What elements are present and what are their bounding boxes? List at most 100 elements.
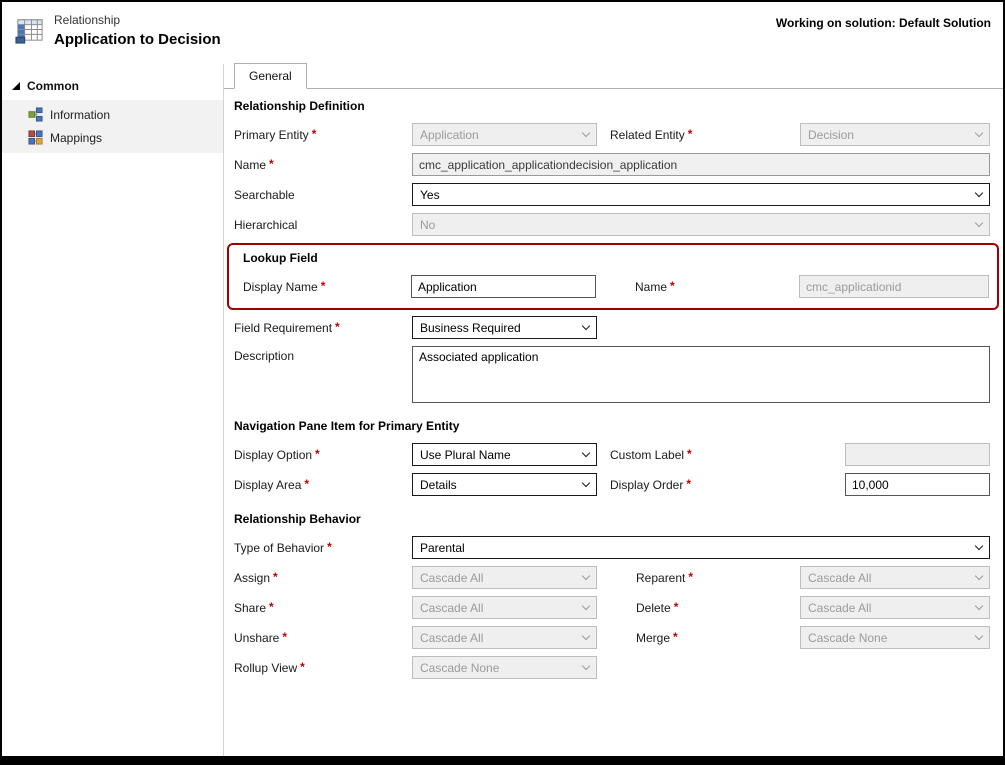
- header-text: Relationship Application to Decision: [54, 13, 221, 48]
- lookup-annotation-box: Lookup Field Display Name Name: [227, 243, 999, 310]
- select-value: Details: [420, 478, 457, 492]
- entity-type-label: Relationship: [54, 13, 221, 27]
- chevron-down-icon: [975, 188, 983, 196]
- label-text: Display Name: [243, 280, 318, 294]
- searchable-select[interactable]: Yes: [412, 183, 990, 206]
- label-text: Delete: [636, 601, 671, 615]
- label-text: Primary Entity: [234, 128, 309, 142]
- expanded-triangle-icon: [12, 82, 20, 90]
- sidebar-item-label: Mappings: [50, 131, 102, 145]
- chevron-down-icon: [582, 631, 590, 639]
- chevron-down-icon: [582, 128, 590, 136]
- delete-select: Cascade All: [800, 596, 990, 619]
- form-content: Relationship Definition Primary Entity A…: [234, 89, 990, 679]
- display-area-select[interactable]: Details: [412, 473, 597, 496]
- required-asterisk: [270, 571, 278, 585]
- chevron-down-icon: [975, 541, 983, 549]
- page-title: Application to Decision: [54, 31, 221, 48]
- chevron-down-icon: [582, 448, 590, 456]
- display-option-select[interactable]: Use Plural Name: [412, 443, 597, 466]
- select-value: Cascade All: [808, 601, 871, 615]
- required-asterisk: [332, 321, 340, 335]
- tab-label: General: [249, 69, 292, 83]
- display-name-label: Display Name: [243, 280, 411, 294]
- common-group-header[interactable]: Common: [2, 76, 223, 100]
- chevron-down-icon: [582, 571, 590, 579]
- select-value: Decision: [808, 128, 854, 142]
- required-asterisk: [297, 661, 305, 675]
- searchable-label: Searchable: [234, 188, 412, 202]
- label-text: Unshare: [234, 631, 279, 645]
- required-asterisk: [684, 448, 692, 462]
- label-text: Searchable: [234, 188, 295, 202]
- tab-general[interactable]: General: [234, 63, 307, 89]
- section-heading-relationship-behavior: Relationship Behavior: [234, 512, 990, 526]
- related-entity-select: Decision: [800, 123, 990, 146]
- field-row: Name: [234, 153, 990, 176]
- label-text: Field Requirement: [234, 321, 332, 335]
- description-label: Description: [234, 346, 412, 363]
- share-label: Share: [234, 601, 412, 615]
- related-entity-label: Related Entity: [610, 128, 800, 142]
- custom-label-label: Custom Label: [610, 448, 845, 462]
- type-of-behavior-select[interactable]: Parental: [412, 536, 990, 559]
- display-order-input[interactable]: [845, 473, 990, 496]
- display-area-label: Display Area: [234, 478, 412, 492]
- sidebar-item-mappings[interactable]: Mappings: [2, 126, 223, 149]
- required-asterisk: [309, 128, 317, 142]
- hierarchical-label: Hierarchical: [234, 218, 412, 232]
- relationship-table-icon: [14, 14, 45, 50]
- chevron-down-icon: [975, 218, 983, 226]
- required-asterisk: [667, 280, 675, 294]
- section-heading-navigation-pane: Navigation Pane Item for Primary Entity: [234, 419, 990, 433]
- label-text: Display Order: [610, 478, 683, 492]
- label-text: Merge: [636, 631, 670, 645]
- select-value: Cascade All: [420, 571, 483, 585]
- main-panel: General Relationship Definition Primary …: [224, 64, 1003, 758]
- label-text: Name: [234, 158, 266, 172]
- common-group-label: Common: [27, 79, 79, 93]
- label-text: Name: [635, 280, 667, 294]
- label-text: Hierarchical: [234, 218, 297, 232]
- select-value: Cascade All: [420, 631, 483, 645]
- label-text: Description: [234, 349, 294, 363]
- required-asterisk: [685, 571, 693, 585]
- select-value: Business Required: [420, 321, 521, 335]
- label-text: Custom Label: [610, 448, 684, 462]
- assign-select: Cascade All: [412, 566, 597, 589]
- field-row: Primary Entity Application Related Entit…: [234, 123, 990, 146]
- field-row: Type of Behavior Parental: [234, 536, 990, 559]
- required-asterisk: [671, 601, 679, 615]
- chevron-down-icon: [582, 601, 590, 609]
- label-text: Display Area: [234, 478, 301, 492]
- select-value: Cascade None: [808, 631, 887, 645]
- label-text: Rollup View: [234, 661, 297, 675]
- delete-label: Delete: [636, 601, 800, 615]
- field-row: Field Requirement Business Required: [234, 316, 990, 339]
- field-requirement-select[interactable]: Business Required: [412, 316, 597, 339]
- type-of-behavior-label: Type of Behavior: [234, 541, 412, 555]
- select-value: Application: [420, 128, 479, 142]
- mappings-grid-icon: [28, 130, 43, 145]
- schema-name-input: [412, 153, 990, 176]
- hierarchical-select: No: [412, 213, 990, 236]
- label-text: Display Option: [234, 448, 312, 462]
- field-row: Hierarchical No: [234, 213, 990, 236]
- chevron-down-icon: [975, 128, 983, 136]
- lookup-name-input: [799, 275, 989, 298]
- description-textarea[interactable]: Associated application: [412, 346, 990, 403]
- sidebar-item-information[interactable]: Information: [2, 103, 223, 126]
- custom-label-input: [845, 443, 990, 466]
- display-name-input[interactable]: [411, 275, 596, 298]
- primary-entity-select: Application: [412, 123, 597, 146]
- unshare-select: Cascade All: [412, 626, 597, 649]
- required-asterisk: [318, 280, 326, 294]
- schema-name-label: Name: [234, 158, 412, 172]
- sidebar: Common Information: [2, 64, 224, 758]
- working-on-solution-label: Working on solution: Default Solution: [776, 13, 991, 30]
- select-value: Yes: [420, 188, 440, 202]
- label-text: Type of Behavior: [234, 541, 324, 555]
- reparent-select: Cascade All: [800, 566, 990, 589]
- label-text: Assign: [234, 571, 270, 585]
- sidebar-items: Information Mappings: [2, 100, 223, 153]
